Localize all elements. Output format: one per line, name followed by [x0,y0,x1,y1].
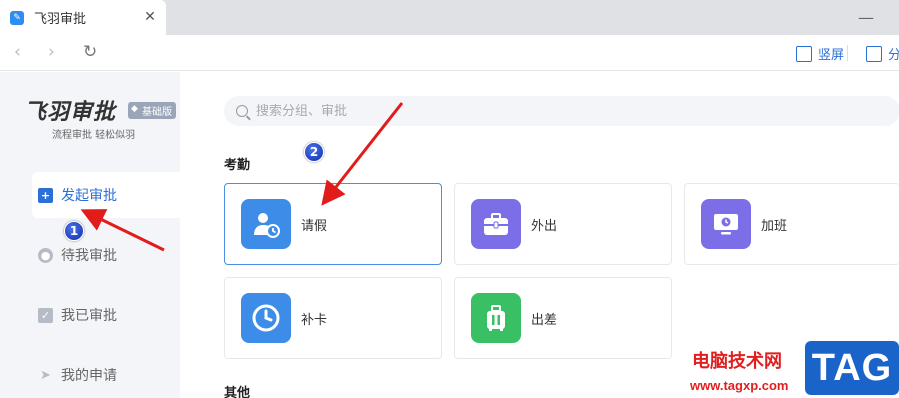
sidebar-item-label: 待我审批 [61,248,117,264]
card-label: 外出 [531,218,558,234]
browser-tab-strip: ✎ 飞羽审批 ✕ — [0,0,899,35]
card-leave[interactable]: 请假 [224,183,442,265]
watermark-url: www.tagxp.com [690,378,789,393]
portrait-button[interactable]: 竖屏 [796,44,844,63]
reload-icon[interactable]: ↻ [83,42,97,62]
search-input[interactable] [256,103,656,119]
card-overtime[interactable]: 加班 [684,183,899,265]
section-title-other: 其他 [224,386,251,398]
annotation-marker-1: 1 [64,221,84,241]
sidebar-item-label: 我的申请 [61,368,117,384]
card-label: 出差 [531,312,558,328]
portrait-label: 竖屏 [818,48,845,63]
tab-close-icon[interactable]: ✕ [142,9,158,25]
section-title-attendance: 考勤 [224,158,251,173]
portrait-icon [796,45,812,62]
sidebar-item-pending-approval[interactable]: ● 待我审批 [32,232,180,278]
watermark-text: 电脑技术网 [692,351,782,372]
send-icon: ➤ [40,367,51,383]
watermark-tag-logo: TAG [805,341,899,395]
toolbar-divider [847,45,848,61]
search-icon [236,105,248,117]
browser-toolbar: ‹ › ↻ 竖屏 分 [0,35,899,71]
card-business-trip[interactable]: 出差 [454,277,672,359]
plus-square-icon: + [38,187,53,203]
app-favicon-icon: ✎ [10,10,24,25]
brand-slogan: 流程审批 轻松似羽 [52,130,136,141]
card-label: 补卡 [301,312,328,328]
check-square-icon: ✓ [38,307,53,323]
window-minimize-icon[interactable]: — [858,8,874,27]
luggage-icon [471,293,521,343]
sidebar-item-start-approval[interactable]: + 发起审批 [32,172,180,218]
sidebar-item-label: 发起审批 [61,188,117,204]
sidebar-item-my-requests[interactable]: ➤ 我的申请 [32,352,180,398]
leave-person-clock-icon [241,199,291,249]
share-button[interactable]: 分 [866,44,899,63]
card-outing[interactable]: 外出 [454,183,672,265]
sidebar: 飞羽审批 ◆ 基础版 流程审批 轻松似羽 + 发起审批 ● 待我审批 ✓ 我已审… [0,72,180,398]
person-icon: ● [38,247,53,263]
search-bar[interactable] [224,96,899,126]
card-label: 加班 [761,218,788,234]
clock-icon [241,293,291,343]
edition-badge: ◆ 基础版 [128,102,176,119]
card-label: 请假 [301,218,328,234]
card-clock-in-correction[interactable]: 补卡 [224,277,442,359]
gem-icon: ◆ [131,104,138,114]
annotation-marker-2: 2 [304,142,324,162]
forward-icon[interactable]: › [48,42,55,62]
edition-label: 基础版 [142,107,172,118]
brand-logo: 飞羽审批 [24,99,117,125]
share-icon [866,45,882,62]
tab-title: 飞羽审批 [34,12,87,27]
back-icon[interactable]: ‹ [14,42,21,62]
sidebar-item-label: 我已审批 [61,308,117,324]
browser-tab[interactable]: ✎ 飞羽审批 ✕ [0,0,166,35]
share-label: 分 [888,48,899,63]
briefcase-icon [471,199,521,249]
monitor-clock-icon [701,199,751,249]
sidebar-item-approved[interactable]: ✓ 我已审批 [32,292,180,338]
